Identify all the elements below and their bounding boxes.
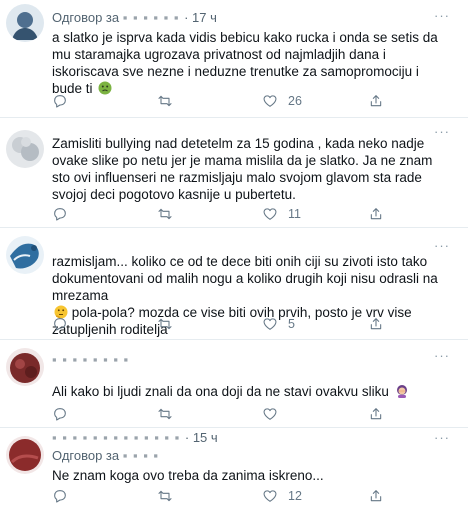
reply-tweet[interactable]: ··· razmisljam... koliko ce od te dece b… — [0, 228, 468, 340]
avatar[interactable] — [6, 4, 44, 42]
tweet-text: a slatko je isprva kada vidis bebicu kak… — [52, 29, 452, 97]
tweet-actions: 5 — [52, 316, 412, 334]
more-options-icon[interactable]: ··· — [434, 430, 450, 445]
retweet-button[interactable] — [157, 488, 173, 504]
retweet-icon — [158, 95, 172, 107]
tweet-text: Ali kako bi ljudi znali da ona doji da n… — [52, 383, 452, 400]
like-button[interactable]: 26 — [262, 93, 302, 109]
share-button[interactable] — [368, 316, 384, 332]
tweet-actions: 12 — [52, 488, 412, 506]
retweet-button[interactable] — [157, 93, 173, 109]
like-button[interactable] — [262, 406, 288, 422]
heart-icon — [263, 490, 277, 502]
avatar[interactable] — [6, 436, 44, 474]
like-count: 5 — [288, 317, 295, 331]
author-name[interactable]: ▪ ▪ ▪ ▪ ▪ ▪ — [123, 10, 184, 25]
reply-tweet[interactable]: ▪ ▪ ▪ ▪ ▪ ▪ ▪ ▪ ··· Ali kako bi ljudi zn… — [0, 340, 468, 428]
tweet-text-content: Zamisliti bullying nad detetelm za 15 go… — [52, 136, 433, 202]
tweet-actions: 11 — [52, 206, 412, 224]
reply-icon — [54, 408, 66, 421]
share-icon — [370, 208, 382, 220]
reply-icon — [54, 208, 66, 221]
like-button[interactable]: 12 — [262, 488, 302, 504]
tweet-text-content: Ne znam koga ovo treba da zanima iskreno… — [52, 468, 324, 483]
heart-icon — [263, 408, 277, 420]
like-button[interactable]: 11 — [262, 206, 301, 222]
heart-icon — [263, 318, 277, 330]
tweet-actions — [52, 406, 412, 424]
retweet-icon — [158, 490, 172, 502]
reply-tweet[interactable]: Одговор за ▪ ▪ ▪ ▪ ▪ ▪ · 17 ч ··· a slat… — [0, 0, 468, 118]
reply-icon — [54, 95, 66, 108]
more-options-icon[interactable]: ··· — [434, 8, 450, 23]
heart-icon — [263, 95, 277, 107]
retweet-icon — [158, 408, 172, 420]
woman-facepalming-emoji-icon — [395, 384, 409, 398]
more-options-icon[interactable]: ··· — [434, 348, 450, 363]
reply-feed: Одговор за ▪ ▪ ▪ ▪ ▪ ▪ · 17 ч ··· a slat… — [0, 0, 468, 504]
tweet-meta: Одговор за ▪ ▪ ▪ ▪ ▪ ▪ · 17 ч — [52, 10, 217, 25]
reply-button[interactable] — [52, 206, 68, 222]
avatar[interactable] — [6, 236, 44, 274]
reply-button[interactable] — [52, 316, 68, 332]
share-button[interactable] — [368, 406, 384, 422]
reply-button[interactable] — [52, 488, 68, 504]
reply-to-label: Одговор за — [52, 10, 120, 25]
reply-to-handle[interactable]: ▪ ▪ ▪ ▪ — [123, 448, 159, 463]
retweet-icon — [158, 208, 172, 220]
reply-icon — [54, 490, 66, 503]
tweet-actions: 26 — [52, 93, 412, 111]
tweet-text-content: Ali kako bi ljudi znali da ona doji da n… — [52, 384, 389, 399]
tweet-time[interactable]: · 15 ч — [185, 430, 218, 445]
avatar[interactable] — [6, 348, 44, 386]
tweet-text: Ne znam koga ovo treba da zanima iskreno… — [52, 467, 452, 484]
share-button[interactable] — [368, 488, 384, 504]
like-count: 26 — [288, 94, 302, 108]
reply-to-label: Одговор за — [52, 448, 120, 463]
reply-tweet[interactable]: ▪ ▪ ▪ ▪ ▪ ▪ ▪ ▪ ▪ ▪ ▪ ▪ ▪ · 15 ч Одговор… — [0, 428, 468, 504]
share-icon — [370, 318, 382, 330]
share-icon — [370, 490, 382, 502]
tweet-text-content: razmisljam... koliko ce od te dece biti … — [52, 254, 438, 303]
tweet-meta: ▪ ▪ ▪ ▪ ▪ ▪ ▪ ▪ ▪ ▪ ▪ ▪ ▪ · 15 ч — [52, 430, 218, 445]
retweet-button[interactable] — [157, 316, 173, 332]
like-button[interactable]: 5 — [262, 316, 295, 332]
like-count: 11 — [288, 207, 301, 221]
avatar[interactable] — [6, 130, 44, 168]
retweet-button[interactable] — [157, 406, 173, 422]
tweet-time[interactable]: · 17 ч — [184, 10, 217, 25]
reply-icon — [54, 318, 66, 331]
share-button[interactable] — [368, 206, 384, 222]
reply-button[interactable] — [52, 93, 68, 109]
tweet-meta: ▪ ▪ ▪ ▪ ▪ ▪ ▪ ▪ — [52, 352, 129, 367]
author-name[interactable]: ▪ ▪ ▪ ▪ ▪ ▪ ▪ ▪ — [52, 352, 129, 367]
share-button[interactable] — [368, 93, 384, 109]
reply-button[interactable] — [52, 406, 68, 422]
like-count: 12 — [288, 489, 302, 503]
heart-icon — [263, 208, 277, 220]
author-name[interactable]: ▪ ▪ ▪ ▪ ▪ ▪ ▪ ▪ ▪ ▪ ▪ ▪ ▪ — [52, 430, 185, 445]
more-options-icon[interactable]: ··· — [434, 238, 450, 253]
retweet-button[interactable] — [157, 206, 173, 222]
retweet-icon — [158, 318, 172, 330]
tweet-text: Zamisliti bullying nad detetelm za 15 go… — [52, 135, 452, 203]
share-icon — [370, 95, 382, 107]
reply-to-meta: Одговор за ▪ ▪ ▪ ▪ — [52, 448, 159, 463]
share-icon — [370, 408, 382, 420]
reply-tweet[interactable]: ··· Zamisliti bullying nad detetelm za 1… — [0, 118, 468, 228]
